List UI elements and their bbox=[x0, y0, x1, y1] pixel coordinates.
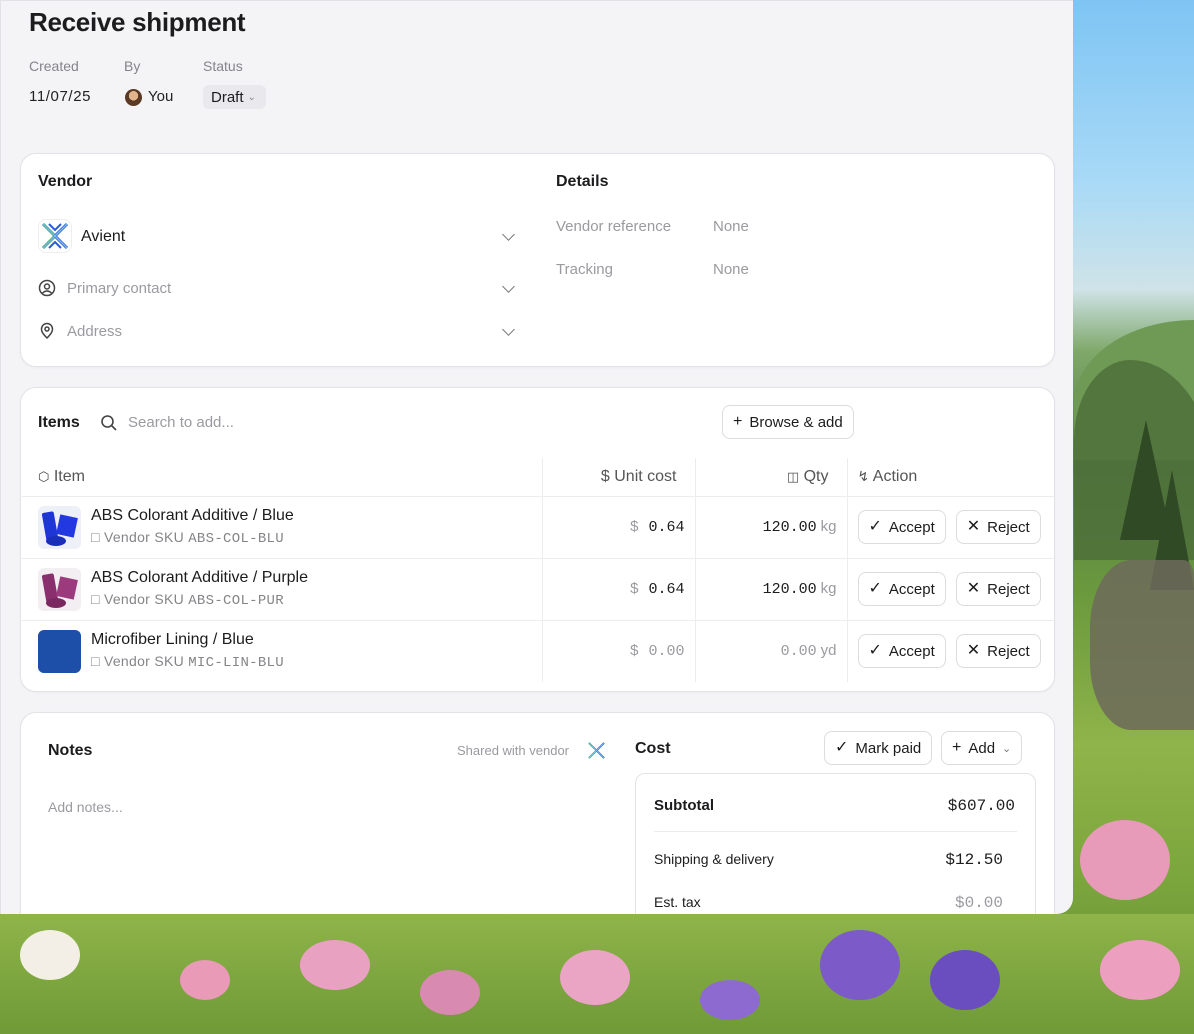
check-icon: ✓ bbox=[868, 642, 882, 660]
lightning-icon: ↯ bbox=[857, 467, 870, 484]
primary-contact-field[interactable]: Primary contact bbox=[67, 280, 171, 297]
bookmark-icon: □ bbox=[91, 529, 100, 545]
column-header-item: ⬡ Item bbox=[20, 458, 542, 497]
reject-button[interactable]: ✕ Reject bbox=[955, 572, 1041, 606]
currency-symbol: $ bbox=[630, 580, 639, 597]
table-row: ABS Colorant Additive / Purple □ Vendor … bbox=[20, 558, 1054, 621]
unit-cost-value[interactable]: 0.00 bbox=[648, 643, 684, 660]
table-row: Microfiber Lining / Blue □ Vendor SKU MI… bbox=[20, 620, 1054, 682]
qty-value[interactable]: 120.00 bbox=[763, 519, 817, 536]
created-label: Created bbox=[29, 58, 79, 74]
qty-unit: kg bbox=[820, 518, 837, 535]
search-icon bbox=[101, 415, 117, 431]
tax-label: Est. tax bbox=[654, 894, 701, 910]
tracking-label: Tracking bbox=[556, 261, 613, 278]
browse-add-button[interactable]: + Browse & add bbox=[722, 405, 854, 439]
table-row: ABS Colorant Additive / Blue □ Vendor SK… bbox=[20, 496, 1054, 559]
details-heading: Details bbox=[556, 173, 609, 190]
created-date: 11/07/25 bbox=[29, 88, 92, 105]
accept-button[interactable]: ✓ Accept bbox=[857, 634, 946, 669]
status-dropdown[interactable]: Draft ⌄ bbox=[203, 85, 266, 109]
shared-with-vendor-label: Shared with vendor bbox=[457, 743, 570, 758]
vendor-reference-value[interactable]: None bbox=[713, 218, 749, 235]
item-thumbnail bbox=[38, 505, 81, 549]
check-icon: ✓ bbox=[835, 739, 849, 756]
item-search-input[interactable]: Search to add... bbox=[128, 414, 234, 431]
close-icon: ✕ bbox=[966, 642, 981, 660]
item-name[interactable]: ABS Colorant Additive / Purple bbox=[91, 569, 308, 587]
close-icon: ✕ bbox=[966, 518, 981, 535]
reject-button[interactable]: ✕ Reject bbox=[955, 634, 1041, 669]
by-label: By bbox=[124, 58, 141, 74]
accept-button[interactable]: ✓ Accept bbox=[857, 572, 946, 606]
vendor-heading: Vendor bbox=[38, 173, 93, 190]
notes-heading: Notes bbox=[48, 742, 93, 759]
subtotal-label: Subtotal bbox=[654, 797, 714, 814]
item-name[interactable]: ABS Colorant Additive / Blue bbox=[91, 507, 294, 525]
items-table: ⬡ Item $ Unit cost ◫ Qty ↯ Action ABS Co… bbox=[20, 458, 1054, 682]
mark-paid-button[interactable]: ✓ Mark paid bbox=[824, 731, 933, 765]
avatar bbox=[125, 89, 142, 106]
tracking-value[interactable]: None bbox=[713, 261, 749, 278]
reject-button[interactable]: ✕ Reject bbox=[955, 510, 1041, 544]
status-value: Draft bbox=[211, 88, 244, 106]
item-name[interactable]: Microfiber Lining / Blue bbox=[91, 631, 284, 649]
unit-cost-value[interactable]: 0.64 bbox=[648, 581, 684, 598]
status-label: Status bbox=[203, 58, 243, 74]
plus-icon: + bbox=[733, 413, 743, 430]
item-sku: □ Vendor SKU ABS-COL-PUR bbox=[91, 591, 284, 609]
cost-heading: Cost bbox=[635, 740, 671, 757]
notes-input[interactable]: Add notes... bbox=[48, 799, 123, 815]
plus-icon: + bbox=[952, 739, 962, 756]
vendor-reference-label: Vendor reference bbox=[556, 218, 672, 235]
column-header-action: ↯ Action bbox=[846, 458, 1054, 497]
check-icon: ✓ bbox=[868, 518, 882, 535]
map-pin-icon bbox=[40, 322, 54, 340]
column-header-qty: ◫ Qty bbox=[694, 458, 847, 497]
currency-symbol: $ bbox=[630, 518, 639, 535]
shipping-value[interactable]: $12.50 bbox=[945, 851, 1003, 869]
dollar-icon: $ bbox=[600, 467, 610, 485]
column-header-unit-cost: $ Unit cost bbox=[541, 458, 695, 497]
qty-value[interactable]: 120.00 bbox=[763, 581, 817, 598]
bookmark-icon: □ bbox=[91, 591, 100, 607]
check-icon: ✓ bbox=[868, 580, 882, 597]
page-title: Receive shipment bbox=[29, 7, 246, 37]
item-thumbnail bbox=[38, 629, 81, 673]
item-sku: □ Vendor SKU MIC-LIN-BLU bbox=[91, 653, 284, 672]
accept-button[interactable]: ✓ Accept bbox=[857, 510, 946, 544]
subtotal-value: $607.00 bbox=[947, 797, 1015, 815]
currency-symbol: $ bbox=[630, 642, 639, 660]
item-sku: □ Vendor SKU ABS-COL-BLU bbox=[91, 529, 284, 547]
close-icon: ✕ bbox=[966, 580, 981, 597]
add-cost-button[interactable]: + Add ⌄ bbox=[941, 731, 1023, 765]
created-by: You bbox=[148, 88, 174, 105]
browse-add-label: Browse & add bbox=[749, 413, 843, 431]
bookmark-icon: □ bbox=[91, 653, 100, 670]
cost-summary bbox=[635, 773, 1036, 914]
vendor-details-card bbox=[20, 153, 1055, 367]
box-icon: ⬡ bbox=[38, 468, 50, 484]
user-circle-icon bbox=[38, 279, 56, 297]
cylinder-icon: ◫ bbox=[786, 468, 800, 484]
item-thumbnail bbox=[38, 567, 81, 611]
qty-unit: kg bbox=[820, 580, 837, 597]
vendor-select[interactable] bbox=[37, 219, 521, 255]
unit-cost-value[interactable]: 0.64 bbox=[648, 519, 684, 536]
items-heading: Items bbox=[38, 414, 80, 431]
tax-value[interactable]: $0.00 bbox=[955, 894, 1003, 912]
vendor-logo-small bbox=[588, 742, 605, 759]
chevron-down-icon: ⌄ bbox=[247, 91, 256, 103]
address-field[interactable]: Address bbox=[67, 323, 122, 340]
shipping-label: Shipping & delivery bbox=[654, 851, 774, 867]
divider bbox=[654, 831, 1017, 832]
qty-value[interactable]: 0.00 bbox=[781, 643, 817, 660]
receive-shipment-window: Receive shipment Created By Status 11/07… bbox=[0, 0, 1073, 914]
chevron-down-icon: ⌄ bbox=[1002, 742, 1012, 755]
qty-unit: yd bbox=[820, 642, 837, 660]
